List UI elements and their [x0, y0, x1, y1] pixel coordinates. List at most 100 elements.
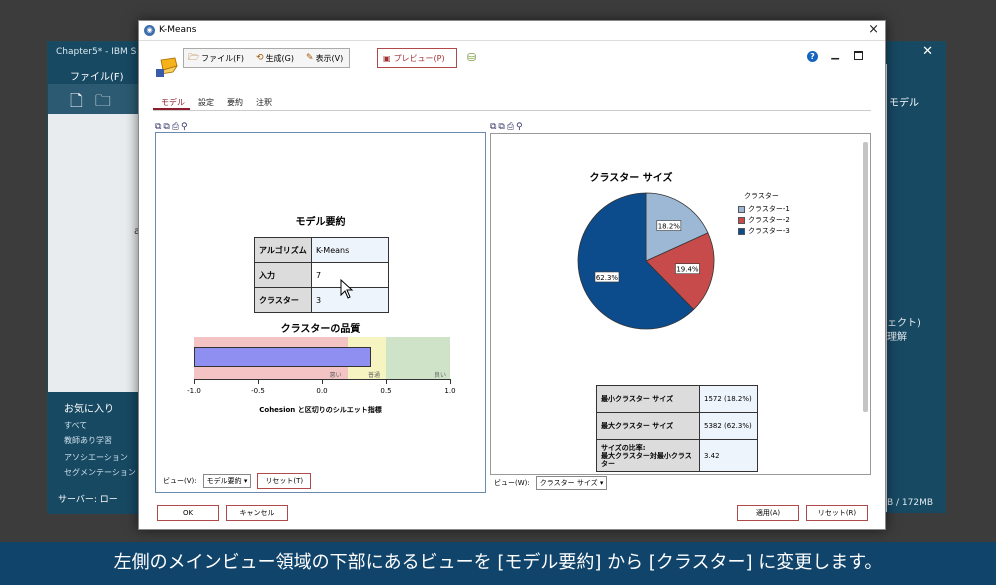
table-row: サイズの比率: 最大クラスター対最小クラスター 3.42 [596, 439, 758, 472]
chevron-down-icon: ▾ [243, 477, 248, 485]
favorites-item[interactable]: アソシエーション [64, 452, 128, 463]
right-panel-scrollbar[interactable] [863, 142, 868, 412]
quality-bar [194, 347, 371, 367]
file-menu-label: ファイル(F) [201, 53, 245, 63]
table-row: 最大クラスター サイズ 5382 (62.3%) [596, 412, 758, 440]
generate-menu-button[interactable]: ⟲ 生成(G) [256, 53, 294, 64]
file-menu-button[interactable]: 🗁 ファイル(F) [188, 50, 244, 66]
generate-menu-label: 生成(G) [265, 53, 295, 63]
stats-label: 最大クラスター サイズ [596, 412, 700, 440]
tab-summary[interactable]: 要約 [219, 95, 248, 110]
caption-subtitle: 左側のメインビュー領域の下部にあるビューを [モデル要約] から [クラスター]… [0, 542, 996, 585]
view-menu-button[interactable]: ✎ 表示(V) [306, 53, 343, 64]
favorites-item[interactable]: 教師あり学習 [64, 435, 112, 446]
kmeans-dialog: ◉ K-Means × 🗁 ファイル(F) ⟲ 生成(G) ✎ 表示(V) ▣ プレビュ… [138, 20, 886, 530]
zone-label-good: 良い [434, 372, 447, 379]
pie-legend: クラスター クラスター-1 クラスター-2 クラスター-3 [738, 191, 790, 237]
view-icon: ✎ [306, 53, 314, 63]
model-summary-table: アルゴリズム K-Means 入力 7 クラスター 3 [254, 237, 389, 313]
favorites-item[interactable]: セグメンテーション [64, 467, 136, 478]
minimize-icon[interactable]: ▁ [831, 49, 839, 60]
left-view-bar: ビュー(V): モデル要約 ▾ リセット(T) [155, 472, 486, 490]
right-view-bar: ビュー(W): クラスター サイズ ▾ [494, 476, 608, 490]
right-view-select[interactable]: クラスター サイズ ▾ [535, 476, 608, 490]
quality-axis-tick-label: -1.0 [187, 387, 201, 395]
legend-label: クラスター-3 [748, 227, 790, 235]
legend-swatch [738, 205, 745, 213]
cancel-button[interactable]: キャンセル [226, 505, 288, 521]
background-document-folder-icon[interactable]: 🗋🗀 [70, 90, 123, 117]
stats-label: サイズの比率: 最大クラスター対最小クラスター [596, 439, 700, 472]
zone-label-poor: 悪い [329, 372, 342, 379]
generate-icon: ⟲ [256, 53, 264, 63]
quality-axis-tick-label: 0.0 [316, 387, 328, 395]
model-summary-title: モデル要約 [295, 217, 346, 228]
dialog-tabs: モデル 設定 要約 注釈 [153, 95, 871, 111]
preview-button[interactable]: ▣ プレビュー(P) [377, 48, 457, 68]
toolbar-extra-icon[interactable]: ⛁ [467, 51, 476, 64]
tab-settings[interactable]: 設定 [190, 95, 219, 110]
pie-slice-label: 62.3% [594, 271, 620, 283]
quality-x-axis-label: Cohesion と区切りのシルエット指標 [259, 406, 382, 414]
quality-axis-tick [194, 379, 195, 384]
legend-item: クラスター-2 [738, 215, 790, 225]
background-favorites-panel: お気に入り すべて 教師あり学習 アソシエーション セグメンテーション サーバー… [48, 392, 138, 514]
preview-icon: ▣ [383, 53, 391, 63]
apply-button[interactable]: 適用(A) [737, 505, 799, 521]
quality-axis-tick [322, 379, 323, 384]
dialog-title: K-Means [159, 25, 197, 35]
tab-model[interactable]: モデル [153, 95, 190, 110]
background-right-panel: モデル ェクト) 理解 B / 172MB [887, 64, 945, 513]
file-icon: 🗁 [188, 53, 200, 63]
maximize-icon[interactable] [854, 51, 863, 60]
left-view-select[interactable]: モデル要約 ▾ [202, 474, 252, 488]
table-row: 入力 7 [254, 262, 389, 288]
zone-label-fair: 普通 [368, 372, 381, 379]
stats-value: 3.42 [699, 439, 758, 472]
background-right-text: ェクト) [887, 318, 921, 329]
dialog-close-button[interactable]: × [868, 22, 879, 37]
legend-label: クラスター-1 [748, 205, 790, 213]
quality-axis-tick [386, 379, 387, 384]
cluster-size-title: クラスター サイズ [589, 173, 673, 184]
help-icon[interactable]: ? [807, 51, 818, 62]
left-reset-button[interactable]: リセット(T) [257, 473, 312, 489]
pie-slice-label: 18.2% [656, 220, 682, 231]
stats-value: 5382 (62.3%) [699, 412, 758, 440]
quality-axis-tick-label: 1.0 [444, 387, 456, 395]
legend-item: クラスター-3 [738, 226, 790, 236]
background-right-text: 理解 [887, 332, 907, 343]
legend-title: クラスター [744, 192, 779, 200]
cluster-size-pie-chart: 18.2% 19.4% 62.3% [577, 192, 715, 330]
svg-text:62.3%: 62.3% [596, 274, 619, 282]
svg-text:19.4%: 19.4% [676, 266, 699, 274]
background-file-menu[interactable]: ファイル(F) [70, 68, 124, 83]
quality-axis-tick-label: -0.5 [251, 387, 265, 395]
left-view-select-value: モデル要約 [206, 477, 242, 485]
quality-axis-tick [450, 379, 451, 384]
left-panel-toolbar-icons[interactable]: ⧉⧉⎙⚲ [155, 122, 190, 132]
cluster-quality-title: クラスターの品質 [280, 324, 361, 335]
mouse-cursor-icon [340, 279, 354, 299]
toolbar-menu-group: 🗁 ファイル(F) ⟲ 生成(G) ✎ 表示(V) [183, 48, 351, 68]
preview-label: プレビュー(P) [393, 53, 445, 63]
summary-label: 入力 [254, 262, 312, 288]
pie-slice-label: 19.4% [675, 263, 700, 275]
spss-app-icon: ◉ [144, 25, 155, 36]
right-view-label: ビュー(W): [494, 479, 530, 487]
cluster-quality-chart: 悪い 普通 良い -1.0 -0.5 0.0 0.5 1.0 [187, 337, 456, 395]
right-panel-toolbar-icons[interactable]: ⧉⧉⎙⚲ [490, 122, 525, 132]
auxiliary-view-panel: クラスター サイズ 18.2% 19.4% 62.3% クラスター クラスター-1 … [490, 133, 871, 475]
background-model-tab[interactable]: モデル [889, 94, 919, 109]
cluster-size-stats-table: 最小クラスター サイズ 1572 (18.2%) 最大クラスター サイズ 538… [596, 385, 758, 472]
svg-text:18.2%: 18.2% [658, 223, 681, 231]
background-app-title: Chapter5* - IBM S [56, 47, 137, 57]
reset-button[interactable]: リセット(R) [806, 505, 868, 521]
tab-annotations[interactable]: 注釈 [248, 95, 277, 110]
legend-item: クラスター-1 [738, 204, 790, 214]
background-left-panel [48, 114, 138, 394]
legend-swatch [738, 216, 745, 224]
ok-button[interactable]: OK [157, 505, 219, 521]
background-close-icon[interactable]: ✕ [922, 44, 933, 59]
favorites-item[interactable]: すべて [64, 420, 87, 431]
